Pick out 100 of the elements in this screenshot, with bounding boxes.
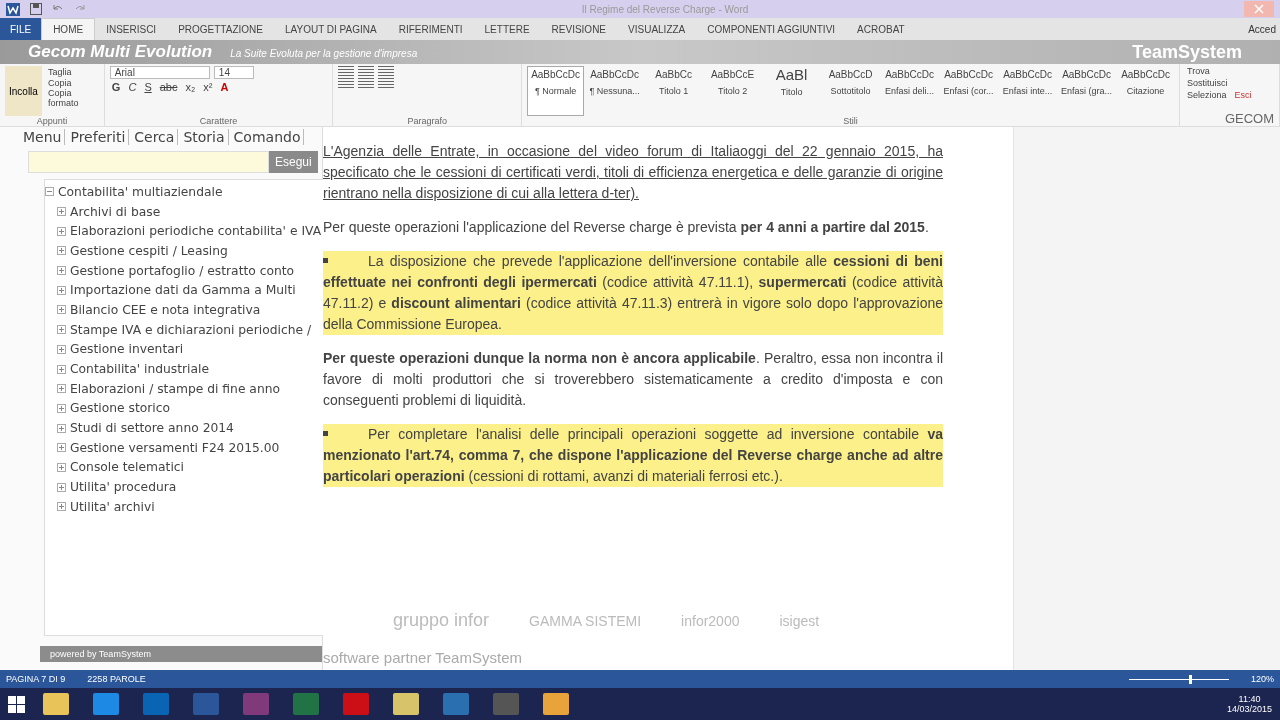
paragraph: Per queste operazioni dunque la norma non è ancora applicabile. Peraltro, essa non incontra il favore di molti produttori che si troverebbero sistematicamente a credito d'imposta e con conseguenti problemi di liquidità. [323,349,943,410]
tree-item[interactable]: Elaborazioni / stampe di fine anno [70,381,281,396]
expand-icon[interactable] [57,423,66,433]
paragraph: Per queste operazioni l'applicazione del Reverse charge è prevista per 4 anni a partire dal 2015. [323,218,930,237]
expand-icon[interactable] [57,285,66,295]
format-button[interactable]: C [126,81,139,93]
format-button[interactable]: x₂ [183,81,198,93]
ribbon-tab[interactable]: INSERISCI [95,18,168,40]
tree-item[interactable]: Importazione dati da Gamma a Multi [70,283,296,298]
expand-icon[interactable] [57,344,66,354]
menu-tab[interactable]: Cerca [131,129,179,145]
ribbon-tab[interactable]: LETTERE [473,18,541,40]
font-size-field[interactable]: 14 [213,66,254,79]
ribbon-tab[interactable]: PROGETTAZIONE [167,18,274,40]
expand-icon[interactable] [57,305,66,315]
tree-item[interactable]: Stampe IVA e dichiarazioni periodiche / [70,322,312,337]
expand-icon[interactable] [57,384,66,394]
collapse-icon[interactable] [45,187,54,197]
style-option[interactable]: AaBbCcDc Enfasi deli... [881,66,939,116]
exit-button[interactable]: Esci [1232,90,1254,100]
expand-icon[interactable] [57,364,66,374]
tree-item[interactable]: Studi di settore anno 2014 [70,421,234,436]
tree-item[interactable]: Utilita' archivi [70,499,155,514]
app-title: Gecom Multi Evolution [28,42,213,62]
sign-in-link[interactable]: Acced [1248,23,1280,35]
ribbon-tab[interactable]: LAYOUT DI PAGINA [273,18,388,40]
app-subtitle: La Suite Evoluta per la gestione d'impresa [230,48,418,59]
copy-button[interactable]: Copia [45,78,74,88]
bullet-paragraph: Per completare l'analisi delle principali operazioni soggette ad inversione contabile va menzionato l'art.74, comma 7, che dispone l'applicazione del Reverse charge anche ad altre particolari operazioni (cessioni di rottami, avanzi di materiali ferrosi etc.). [323,424,943,487]
page-count[interactable]: PAGINA 7 DI 9 [6,674,66,684]
font-family-field[interactable]: Arial [109,66,210,79]
expand-icon[interactable] [57,403,66,413]
format-painter-button[interactable]: Copia formato [45,88,99,108]
file-tab[interactable]: FILE [0,18,42,40]
select-button[interactable]: Seleziona [1185,90,1229,100]
style-option[interactable]: AaBl Titolo [763,66,821,116]
ribbon-tab[interactable]: HOME [41,18,96,40]
expand-icon[interactable] [57,266,66,276]
bullet-paragraph: La disposizione che prevede l'applicazione dell'inversione contabile alle cessioni di beni effettuate nei confronti degli ipermercati (codice attività 47.11.1), supermercati (codice attività 47.11.2) e discount alimentari (codice attività 47.11.3) entrerà in vigore solo dopo l'approvazione della Commissione Europea. [323,251,943,335]
find-button[interactable]: Trova [1185,66,1274,76]
powered-by-text: powered by TeamSystem [49,649,151,659]
group-label: Paragrafo [406,116,448,126]
format-button[interactable]: x² [201,81,215,93]
expand-icon[interactable] [57,207,66,217]
menu-tab[interactable]: Storia [180,129,229,145]
tree-item[interactable]: Gestione portafoglio / estratto conto [70,263,295,278]
partner-logo: GAMMA SISTEMI [529,612,642,629]
ribbon-tab[interactable]: RIFERIMENTI [387,18,474,40]
zoom-level[interactable]: 120% [1250,674,1274,684]
menu-tab[interactable]: Comando [230,129,305,145]
ribbon-tab[interactable]: REVISIONE [540,18,618,40]
tree-item[interactable]: Console telematici [70,460,185,475]
tree-item[interactable]: Gestione versamenti F24 2015.00 [70,440,280,455]
format-button[interactable]: A [218,81,231,93]
partner-logo: gruppo infor [393,610,490,631]
style-option[interactable]: AaBbCcDc ¶ Normale [527,66,585,116]
tree-item[interactable]: Gestione cespiti / Leasing [70,243,228,258]
menu-tab[interactable]: Menu [20,129,66,145]
style-option[interactable]: AaBbCc Titolo 1 [645,66,703,116]
group-label: Carattere [198,116,239,126]
ribbon-tab[interactable]: ACROBAT [846,18,916,40]
expand-icon[interactable] [57,462,66,472]
cut-button[interactable]: Taglia [45,67,74,77]
tree-item[interactable]: Gestione inventari [70,342,184,357]
style-option[interactable]: AaBbCcD Sottotitolo [822,66,880,116]
group-label: Stili [842,116,859,126]
replace-button[interactable]: Sostituisci [1185,78,1274,88]
menu-tab[interactable]: Preferiti [67,129,130,145]
tree-item[interactable]: Contabilita' multiaziendale [58,184,223,199]
format-button[interactable]: G [109,81,123,93]
tree-item[interactable]: Bilancio CEE e nota integrativa [70,302,261,317]
expand-icon[interactable] [57,482,66,492]
style-option[interactable]: AaBbCcDc Enfasi (cor... [940,66,998,116]
paste-button[interactable]: Incolla [5,66,42,116]
style-option[interactable]: AaBbCcDc Enfasi inte... [999,66,1057,116]
format-button[interactable]: S [142,81,154,93]
expand-icon[interactable] [57,325,66,335]
expand-icon[interactable] [57,443,66,453]
style-option[interactable]: AaBbCcDc Enfasi (gra... [1058,66,1116,116]
partner-logo: infor2000 [681,612,740,629]
windows-start-icon[interactable] [8,695,25,713]
tree-item[interactable]: Utilita' procedura [70,480,177,495]
expand-icon[interactable] [57,226,66,236]
ribbon-tab[interactable]: VISUALIZZA [617,18,697,40]
word-count[interactable]: 2258 PAROLE [87,674,146,684]
tree-item[interactable]: Gestione storico [70,401,171,416]
style-option[interactable]: AaBbCcDc Citazione [1117,66,1175,116]
command-input[interactable] [28,151,269,173]
save-icon[interactable] [30,3,42,15]
style-option[interactable]: AaBbCcDc ¶ Nessuna... [586,66,644,116]
tree-item[interactable]: Contabilita' industriale [70,362,209,377]
software-partner-logo: software partner TeamSystem [323,649,523,668]
format-button[interactable]: abc [157,81,180,93]
window-title: Il Regime del Reverse Charge - Word [580,3,750,15]
expand-icon[interactable] [57,502,66,512]
tree-item[interactable]: Archivi di base [70,204,161,219]
style-option[interactable]: AaBbCcE Titolo 2 [704,66,762,116]
tree-item[interactable]: Elaborazioni periodiche contabilita' e IVA [70,224,322,239]
ribbon-tab[interactable]: COMPONENTI AGGIUNTIVI [696,18,847,40]
expand-icon[interactable] [57,246,66,256]
